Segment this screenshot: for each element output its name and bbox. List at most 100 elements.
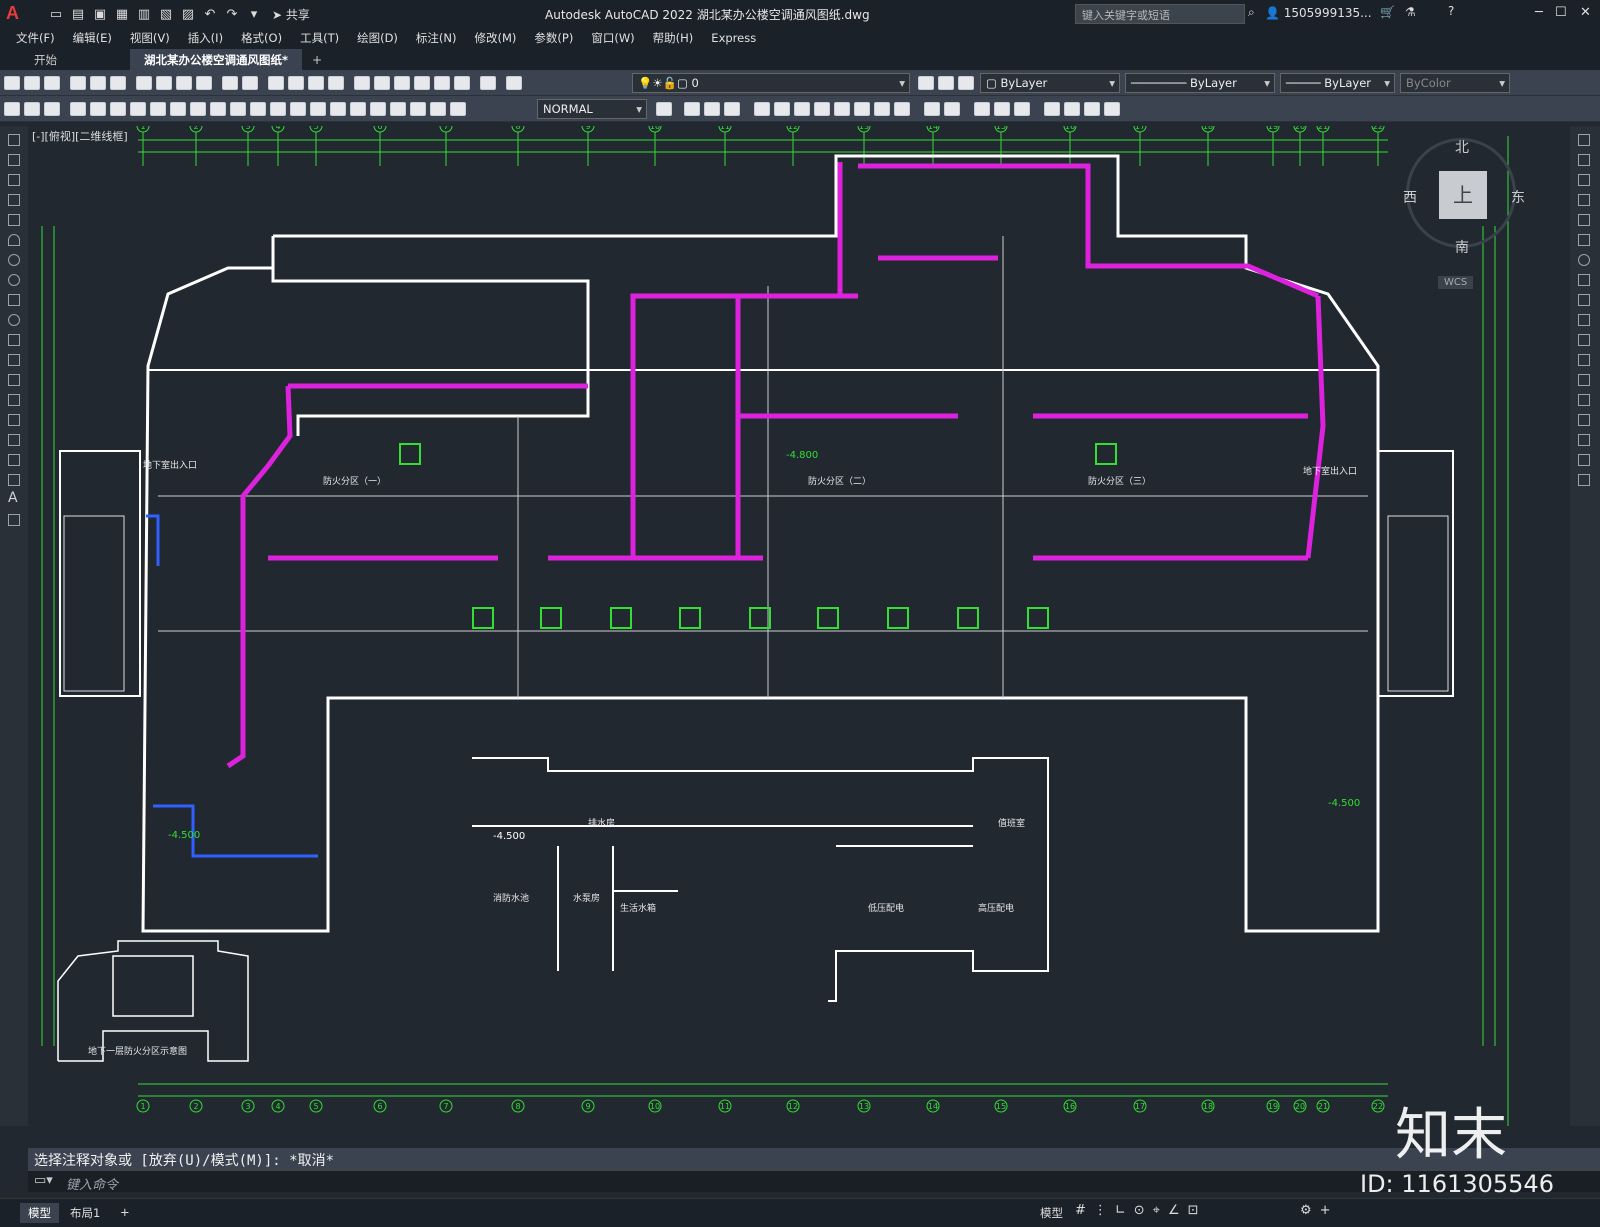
- move-icon[interactable]: [684, 102, 700, 116]
- viewcube-top-face[interactable]: 上: [1439, 171, 1487, 219]
- cut-icon[interactable]: [136, 75, 152, 90]
- pan-icon[interactable]: [268, 75, 284, 90]
- dim-space-icon[interactable]: [290, 101, 306, 116]
- cart-icon[interactable]: 🛒: [1380, 5, 1395, 19]
- dim-arc-icon[interactable]: [110, 101, 126, 116]
- copy-icon[interactable]: [1578, 154, 1590, 166]
- dim-style-dropdown[interactable]: NORMAL: [537, 99, 647, 119]
- minimize-button[interactable]: ─: [1535, 5, 1543, 20]
- add-layout-button[interactable]: +: [112, 1203, 138, 1221]
- menu-file[interactable]: 文件(F): [16, 30, 55, 46]
- tab-start[interactable]: 开始: [20, 49, 130, 70]
- menu-tools[interactable]: 工具(T): [300, 30, 339, 46]
- chamfer-icon[interactable]: [1578, 414, 1590, 426]
- lineweight-dropdown[interactable]: ───── ByLayer: [1280, 73, 1395, 93]
- tab-layout1[interactable]: 布局1: [62, 1203, 108, 1223]
- trim-icon[interactable]: [1578, 314, 1590, 326]
- search-icon[interactable]: ⌕: [1248, 5, 1255, 20]
- inspection-icon[interactable]: [370, 101, 386, 116]
- center-mark-icon[interactable]: [350, 101, 366, 116]
- preview-icon[interactable]: [90, 75, 106, 90]
- menu-modify[interactable]: 修改(M): [475, 30, 517, 46]
- new-icon[interactable]: [4, 75, 20, 90]
- close-button[interactable]: ✕: [1580, 5, 1591, 20]
- join-icon[interactable]: [1578, 394, 1590, 406]
- sheet-set-icon[interactable]: [414, 75, 430, 90]
- match-properties-icon[interactable]: [196, 75, 212, 90]
- insert-block-icon[interactable]: [8, 354, 20, 366]
- markup-icon[interactable]: [434, 75, 450, 90]
- construction-line-icon[interactable]: [8, 154, 20, 166]
- erase-icon[interactable]: [1578, 134, 1590, 146]
- chamfer-icon[interactable]: [944, 102, 960, 116]
- maximize-button[interactable]: ☐: [1555, 5, 1567, 20]
- menu-dimension[interactable]: 标注(N): [416, 30, 457, 46]
- redo-icon[interactable]: ↷: [224, 7, 240, 22]
- autocad-logo-icon[interactable]: A: [6, 3, 28, 25]
- open-icon[interactable]: [24, 75, 40, 90]
- ellipse-arc-icon[interactable]: [8, 334, 20, 346]
- scale-icon[interactable]: [1578, 274, 1590, 286]
- rotate-icon[interactable]: [794, 102, 810, 116]
- mirror-icon[interactable]: [724, 102, 740, 116]
- circle-icon[interactable]: [8, 254, 20, 266]
- zoom-previous-icon[interactable]: [328, 75, 344, 90]
- gradient-icon[interactable]: [8, 434, 20, 446]
- jogged-linear-icon[interactable]: [390, 101, 406, 116]
- tool-palettes-icon[interactable]: [394, 75, 410, 90]
- tab-model[interactable]: 模型: [20, 1203, 59, 1223]
- wcs-menu[interactable]: WCS: [1438, 276, 1474, 289]
- menu-insert[interactable]: 插入(I): [188, 30, 223, 46]
- dim-baseline-icon[interactable]: [250, 101, 266, 116]
- offset-icon[interactable]: [1578, 194, 1590, 206]
- calculator-icon[interactable]: [454, 75, 470, 90]
- quick-dim-icon[interactable]: [230, 101, 246, 116]
- menu-window[interactable]: 窗口(W): [591, 30, 634, 46]
- command-menu-icon[interactable]: ▭▾: [34, 1173, 53, 1188]
- help-icon[interactable]: ?: [1448, 4, 1454, 18]
- menu-draw[interactable]: 绘图(D): [357, 30, 398, 46]
- dim-break-icon[interactable]: [310, 101, 326, 116]
- undo-icon[interactable]: [222, 75, 238, 90]
- hatch-back-icon[interactable]: [1064, 102, 1080, 116]
- save-web-icon[interactable]: ▧: [158, 7, 174, 22]
- help-icon[interactable]: [480, 75, 496, 90]
- save-as-icon[interactable]: ▦: [114, 7, 130, 22]
- move-icon[interactable]: [1578, 234, 1590, 246]
- dim-jogged-icon[interactable]: [170, 101, 186, 116]
- menu-parametric[interactable]: 参数(P): [534, 30, 573, 46]
- plotstyle-dropdown[interactable]: ByColor: [1400, 73, 1510, 93]
- status-toggles[interactable]: #⋮∟⊙⌖∠⊡: [1075, 1203, 1207, 1218]
- erase-icon[interactable]: [44, 101, 60, 116]
- publish-icon[interactable]: [110, 75, 126, 90]
- break-point-icon[interactable]: [1578, 354, 1590, 366]
- polyline-icon[interactable]: [8, 174, 20, 186]
- copy-object-icon[interactable]: [704, 102, 720, 116]
- mtext-icon[interactable]: A: [8, 490, 18, 506]
- explode-icon[interactable]: [974, 102, 990, 116]
- zoom-window-icon[interactable]: [308, 75, 324, 90]
- extend-icon[interactable]: [874, 102, 890, 116]
- plot-icon[interactable]: [70, 75, 86, 90]
- make-block-icon[interactable]: [8, 374, 20, 386]
- dim-angular-icon[interactable]: [210, 101, 226, 116]
- layer-states-icon[interactable]: [958, 76, 974, 90]
- save-icon[interactable]: [44, 75, 60, 90]
- a360-icon[interactable]: ⚗: [1405, 5, 1416, 19]
- revision-cloud-icon[interactable]: [8, 274, 20, 286]
- dim-linear-icon[interactable]: [70, 101, 86, 116]
- offset-icon[interactable]: [754, 102, 770, 116]
- menu-view[interactable]: 视图(V): [130, 30, 170, 46]
- dim-radius-icon[interactable]: [150, 101, 166, 116]
- array-icon[interactable]: [1578, 214, 1590, 226]
- user-account[interactable]: 👤 1505999135...: [1265, 6, 1372, 20]
- zoom-realtime-icon[interactable]: [288, 75, 304, 90]
- open-web-icon[interactable]: ▥: [136, 7, 152, 22]
- spline-icon[interactable]: [8, 294, 20, 306]
- break-icon[interactable]: [1578, 374, 1590, 386]
- line-icon[interactable]: [8, 134, 20, 146]
- viewcube-north[interactable]: 北: [1455, 137, 1469, 157]
- fillet-icon[interactable]: [1578, 434, 1590, 446]
- hatch-icon[interactable]: [8, 414, 20, 426]
- undo-icon[interactable]: ↶: [202, 7, 218, 22]
